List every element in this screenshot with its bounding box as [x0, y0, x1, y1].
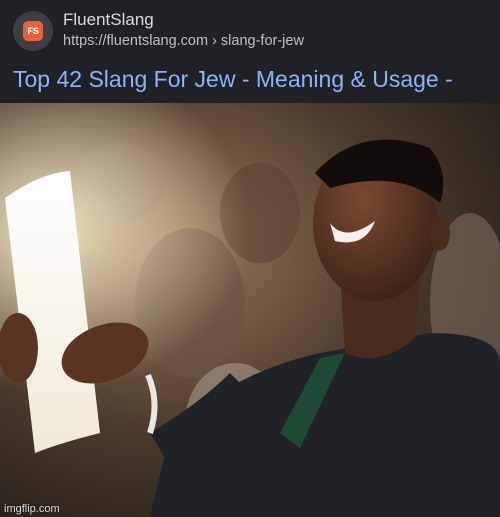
url-separator: ›	[212, 33, 217, 49]
fluentslang-logo-icon: FS	[23, 21, 43, 41]
site-header[interactable]: FS FluentSlang https://fluentslang.com › s…	[13, 10, 493, 51]
favicon-circle: FS	[13, 11, 53, 51]
meme-photo: imgflip.com	[0, 103, 500, 517]
search-result: FS FluentSlang https://fluentslang.com › s…	[0, 0, 500, 103]
result-title-link[interactable]: Top 42 Slang For Jew - Meaning & Usage -	[13, 64, 453, 94]
url-base: https://fluentslang.com	[63, 33, 209, 49]
smiling-man-reading-paper-photo	[0, 103, 500, 517]
site-url: https://fluentslang.com › slang-for-jew	[63, 31, 304, 51]
site-name: FluentSlang	[63, 10, 154, 29]
url-path: slang-for-jew	[220, 33, 304, 49]
imgflip-watermark: imgflip.com	[4, 503, 60, 515]
